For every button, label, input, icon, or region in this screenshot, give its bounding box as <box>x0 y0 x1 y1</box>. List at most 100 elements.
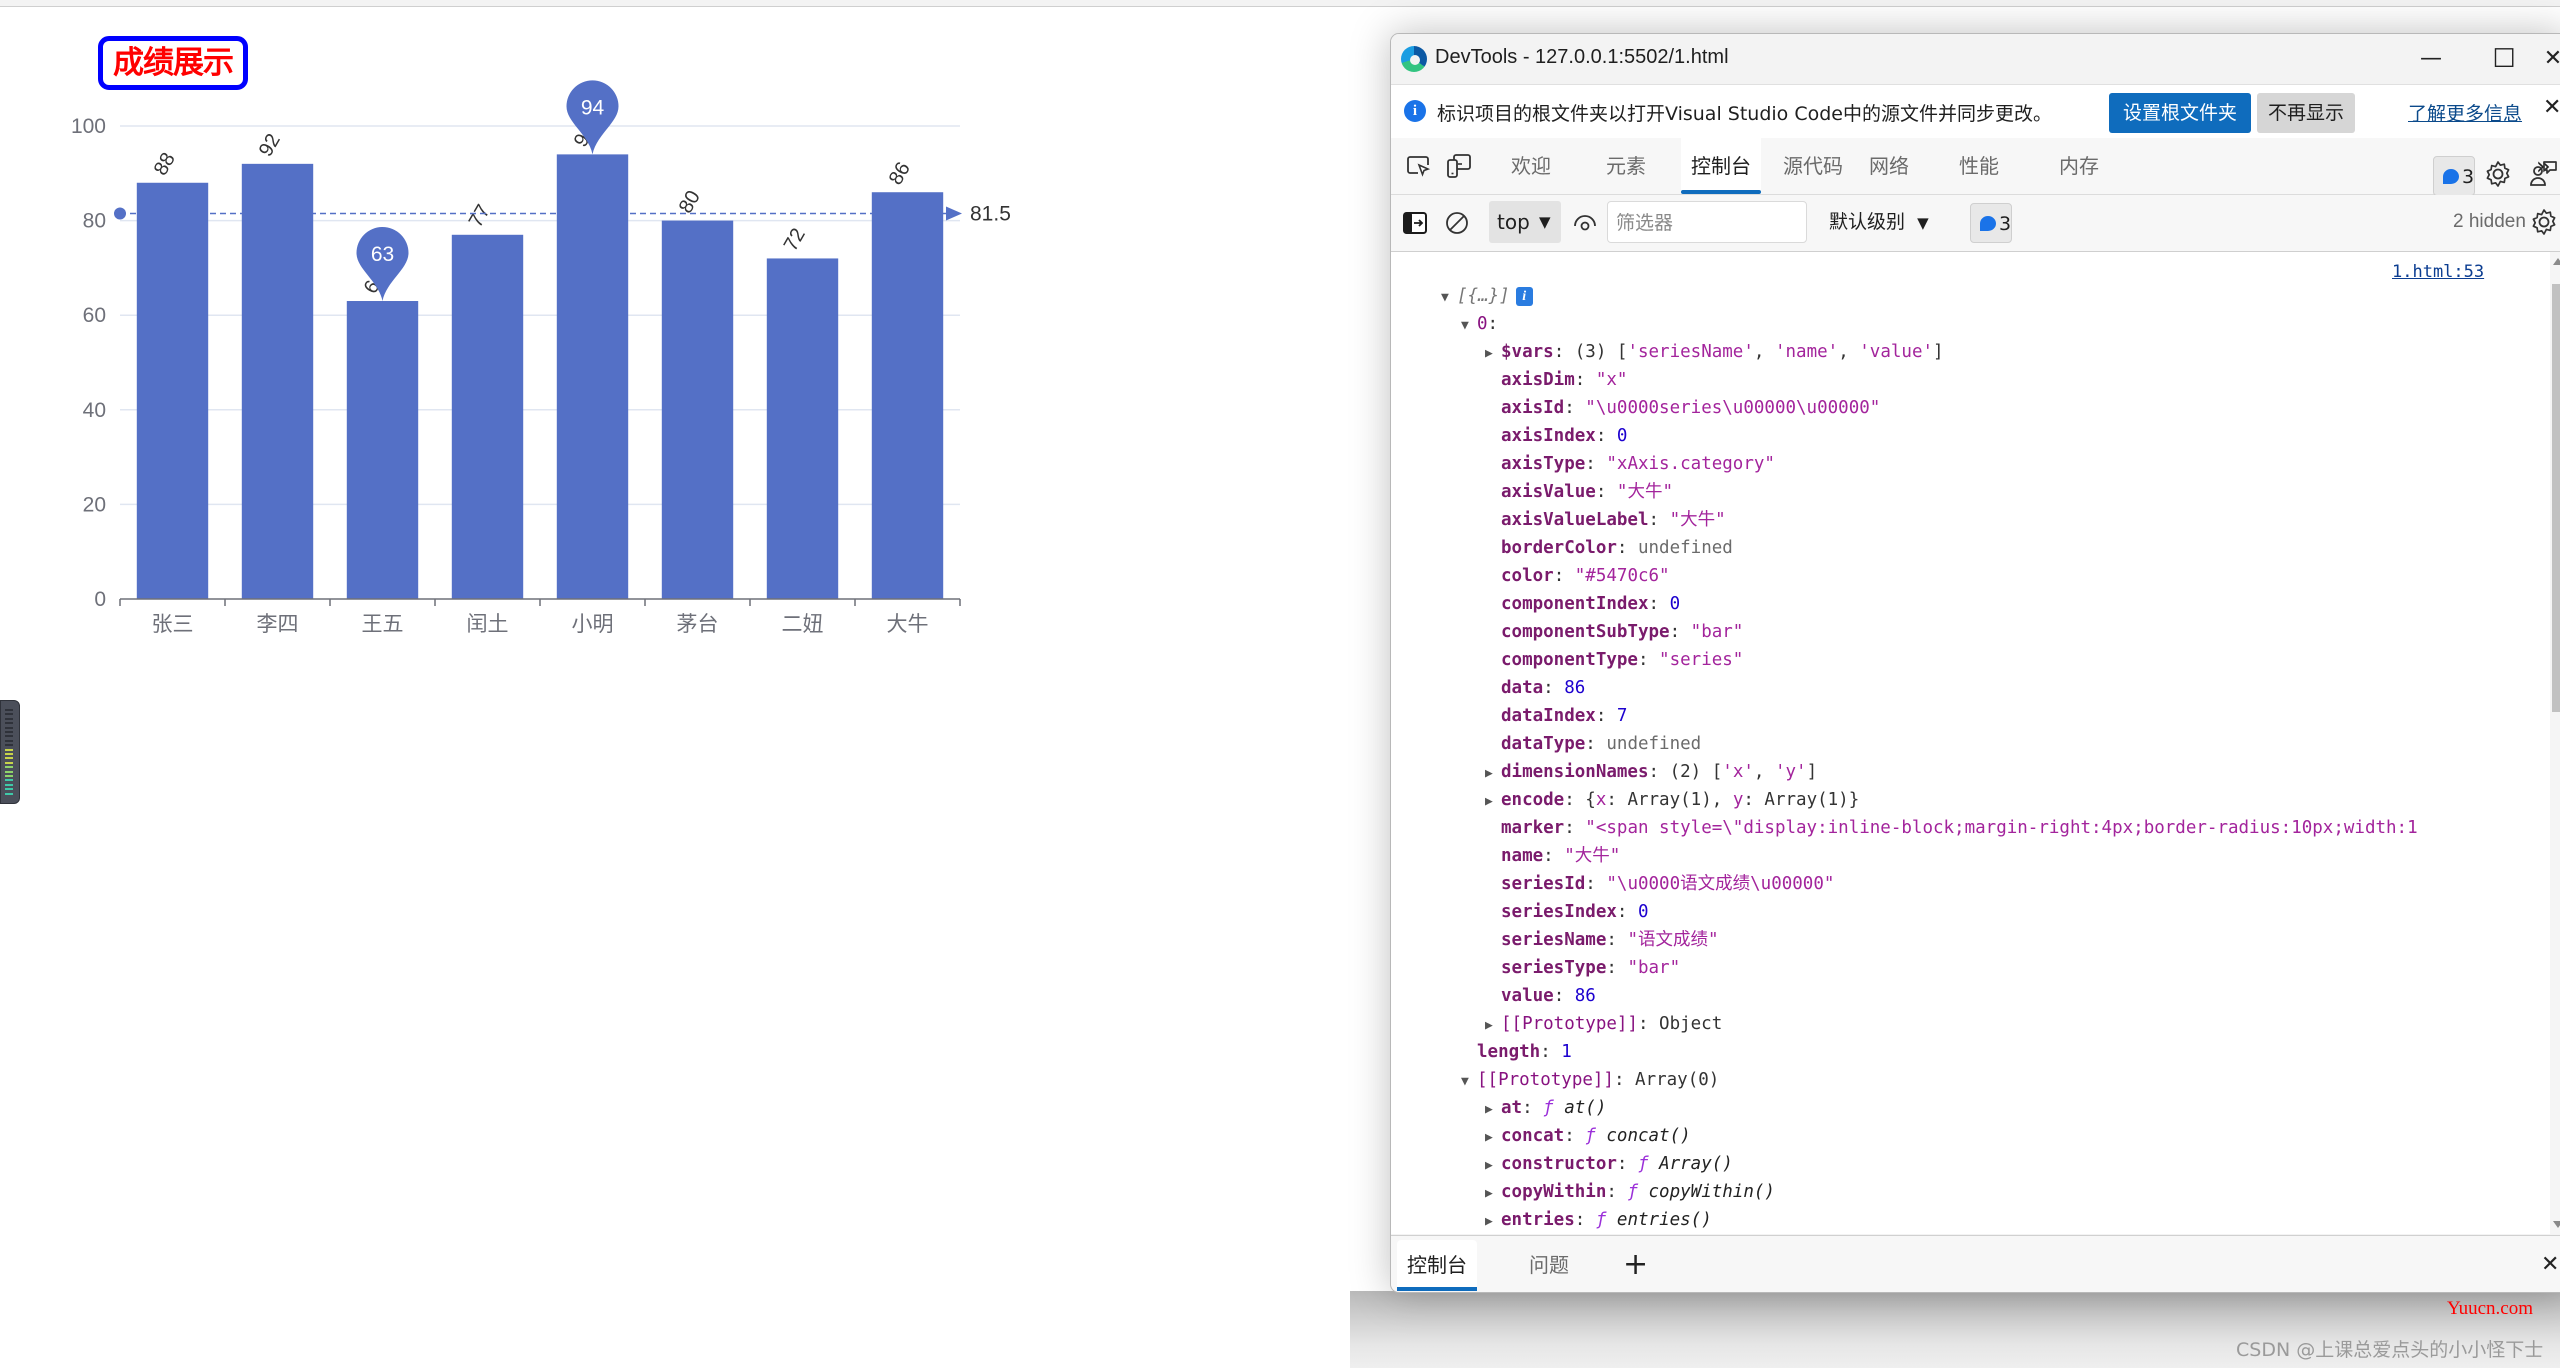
console-line[interactable]: ▶ dimensionNames: (2) ['x', 'y'] <box>1485 758 1817 786</box>
property-value: , <box>1753 762 1775 782</box>
console-line[interactable]: ▶ at: ƒ at() <box>1485 1094 1606 1122</box>
property-key: $vars <box>1501 342 1554 362</box>
toggle-sidebar-icon[interactable] <box>1401 209 1429 237</box>
collapse-triangle-icon[interactable]: ▼ <box>1441 284 1457 312</box>
tab-2[interactable]: 控制台 <box>1681 138 1761 194</box>
property-value: : <box>1574 1210 1596 1230</box>
property-value: "series" <box>1659 650 1744 670</box>
property-value: "\u0000series\u00000\u00000" <box>1585 398 1881 418</box>
console-line[interactable]: ▼ 0: <box>1461 310 1498 338</box>
context-value: top <box>1497 210 1530 234</box>
property-key: borderColor <box>1501 538 1617 558</box>
property-key: seriesType <box>1501 958 1607 978</box>
tab-1[interactable]: 元素 <box>1596 138 1656 194</box>
bar[interactable] <box>556 154 629 599</box>
window-title: DevTools - 127.0.0.1:5502/1.html <box>1435 46 1729 68</box>
expand-triangle-icon[interactable]: ▶ <box>1485 760 1501 788</box>
source-link[interactable]: 1.html:53 <box>2392 262 2484 282</box>
expand-triangle-icon[interactable]: ▶ <box>1485 1208 1501 1234</box>
console-line[interactable]: ▶ [[Prototype]]: Object <box>1485 1010 1722 1038</box>
bar[interactable] <box>871 192 944 599</box>
property-key: encode <box>1501 790 1565 810</box>
tab-4[interactable]: 网络 <box>1859 138 1919 194</box>
info-message: 标识项目的根文件夹以打开Visual Studio Code中的源文件并同步更改… <box>1437 103 2052 125</box>
set-root-folder-button[interactable]: 设置根文件夹 <box>2109 93 2251 133</box>
drawer-add-tab-button[interactable]: + <box>1613 1240 1658 1290</box>
meter-segment <box>5 775 13 777</box>
live-expression-eye-icon[interactable] <box>1571 209 1599 237</box>
settings-gear-icon[interactable] <box>2483 159 2513 189</box>
tab-6[interactable]: 内存 <box>2049 138 2109 194</box>
property-key: marker <box>1501 818 1565 838</box>
console-line: axisIndex: 0 <box>1485 422 1627 450</box>
console-line[interactable]: ▼ [{…}] i <box>1441 282 1533 310</box>
clear-console-icon[interactable] <box>1443 209 1471 237</box>
scroll-down-arrow-icon[interactable] <box>2553 1221 2560 1228</box>
inspect-element-icon[interactable] <box>1405 152 1433 180</box>
property-value: : (3) [ <box>1553 342 1628 362</box>
title-bar[interactable]: DevTools - 127.0.0.1:5502/1.html — ☐ ✕ <box>1391 34 2560 84</box>
device-emulation-icon[interactable] <box>1445 152 1473 180</box>
console-line[interactable]: ▶ entries: ƒ entries() <box>1485 1206 1712 1234</box>
issues-badge[interactable]: 3 <box>2433 156 2475 196</box>
minimize-button[interactable]: — <box>2401 40 2461 78</box>
tab-5[interactable]: 性能 <box>1949 138 2009 194</box>
log-level-dropdown[interactable]: 默认级别 ▼ <box>1829 201 1929 243</box>
expand-triangle-icon[interactable]: ▶ <box>1485 1124 1501 1152</box>
console-line[interactable]: ▼ [[Prototype]]: Array(0) <box>1461 1066 1719 1094</box>
console-messages-badge[interactable]: 3 <box>1970 203 2012 243</box>
bar[interactable] <box>661 220 734 599</box>
scroll-up-arrow-icon[interactable] <box>2553 258 2560 265</box>
console-line[interactable]: ▶ constructor: ƒ Array() <box>1485 1150 1733 1178</box>
console-scrollbar[interactable] <box>2550 252 2560 1234</box>
bar[interactable] <box>451 234 524 600</box>
property-value: "大牛" <box>1564 846 1621 866</box>
bar[interactable] <box>136 182 209 599</box>
console-settings-icon[interactable] <box>2529 207 2559 237</box>
tab-0[interactable]: 欢迎 <box>1501 138 1561 194</box>
console-line[interactable]: ▶ concat: ƒ concat() <box>1485 1122 1691 1150</box>
collapse-triangle-icon[interactable]: ▼ <box>1461 312 1477 340</box>
drawer-close-button[interactable]: ✕ <box>2531 1240 2560 1290</box>
scrollbar-thumb[interactable] <box>2552 284 2560 712</box>
meter-segment <box>5 761 13 764</box>
bar[interactable] <box>766 258 839 599</box>
console-line: dataType: undefined <box>1485 730 1701 758</box>
drawer-tab-console[interactable]: 控制台 <box>1397 1240 1477 1291</box>
drawer-tab-issues[interactable]: 问题 <box>1519 1240 1579 1290</box>
audio-meter-widget[interactable] <box>0 700 20 804</box>
property-value: : { <box>1564 790 1596 810</box>
expand-triangle-icon[interactable]: ▶ <box>1485 340 1501 368</box>
expand-triangle-icon[interactable]: ▶ <box>1485 788 1501 816</box>
collapse-triangle-icon[interactable]: ▼ <box>1461 1068 1477 1096</box>
property-key: axisValueLabel <box>1501 510 1649 530</box>
learn-more-link[interactable]: 了解更多信息 <box>2408 99 2522 126</box>
average-line-label: 81.5 <box>970 203 1011 226</box>
expand-triangle-icon[interactable]: ▶ <box>1485 1096 1501 1124</box>
customize-feedback-icon[interactable] <box>2529 159 2559 189</box>
context-selector[interactable]: top ▼ <box>1489 201 1561 243</box>
console-line: name: "大牛" <box>1485 842 1620 870</box>
bar[interactable] <box>346 301 419 599</box>
close-infobar-icon[interactable]: ✕ <box>2543 95 2560 120</box>
console-line[interactable]: ▶ encode: {x: Array(1), y: Array(1)} <box>1485 786 1859 814</box>
x-tick-label: 闰土 <box>467 612 509 636</box>
filter-input[interactable]: 筛选器 <box>1607 201 1807 243</box>
console-output[interactable]: 1.html:53 ▼ [{…}] i ▼ 0: ▶ $vars: (3) ['series… <box>1391 252 2560 1234</box>
tab-3[interactable]: 源代码 <box>1773 138 1853 194</box>
expand-triangle-icon[interactable]: ▶ <box>1485 1012 1501 1040</box>
drawer-tab-bar: 控制台 问题 + ✕ <box>1391 1235 2560 1292</box>
property-value: : <box>1540 1042 1562 1062</box>
expand-triangle-icon[interactable]: ▶ <box>1485 1180 1501 1208</box>
expand-triangle-icon[interactable]: ▶ <box>1485 1152 1501 1180</box>
property-value: 86 <box>1564 678 1586 698</box>
edge-logo-icon <box>1401 46 1427 72</box>
console-line[interactable]: ▶ copyWithin: ƒ copyWithin() <box>1485 1178 1775 1206</box>
bar[interactable] <box>241 163 314 599</box>
property-value: : <box>1585 454 1607 474</box>
property-value: : <box>1487 314 1499 334</box>
dont-show-again-button[interactable]: 不再显示 <box>2257 93 2355 133</box>
close-window-button[interactable]: ✕ <box>2523 40 2560 78</box>
console-line[interactable]: ▶ $vars: (3) ['seriesName', 'name', 'valu… <box>1485 338 1944 366</box>
info-badge-icon[interactable]: i <box>1515 286 1533 306</box>
